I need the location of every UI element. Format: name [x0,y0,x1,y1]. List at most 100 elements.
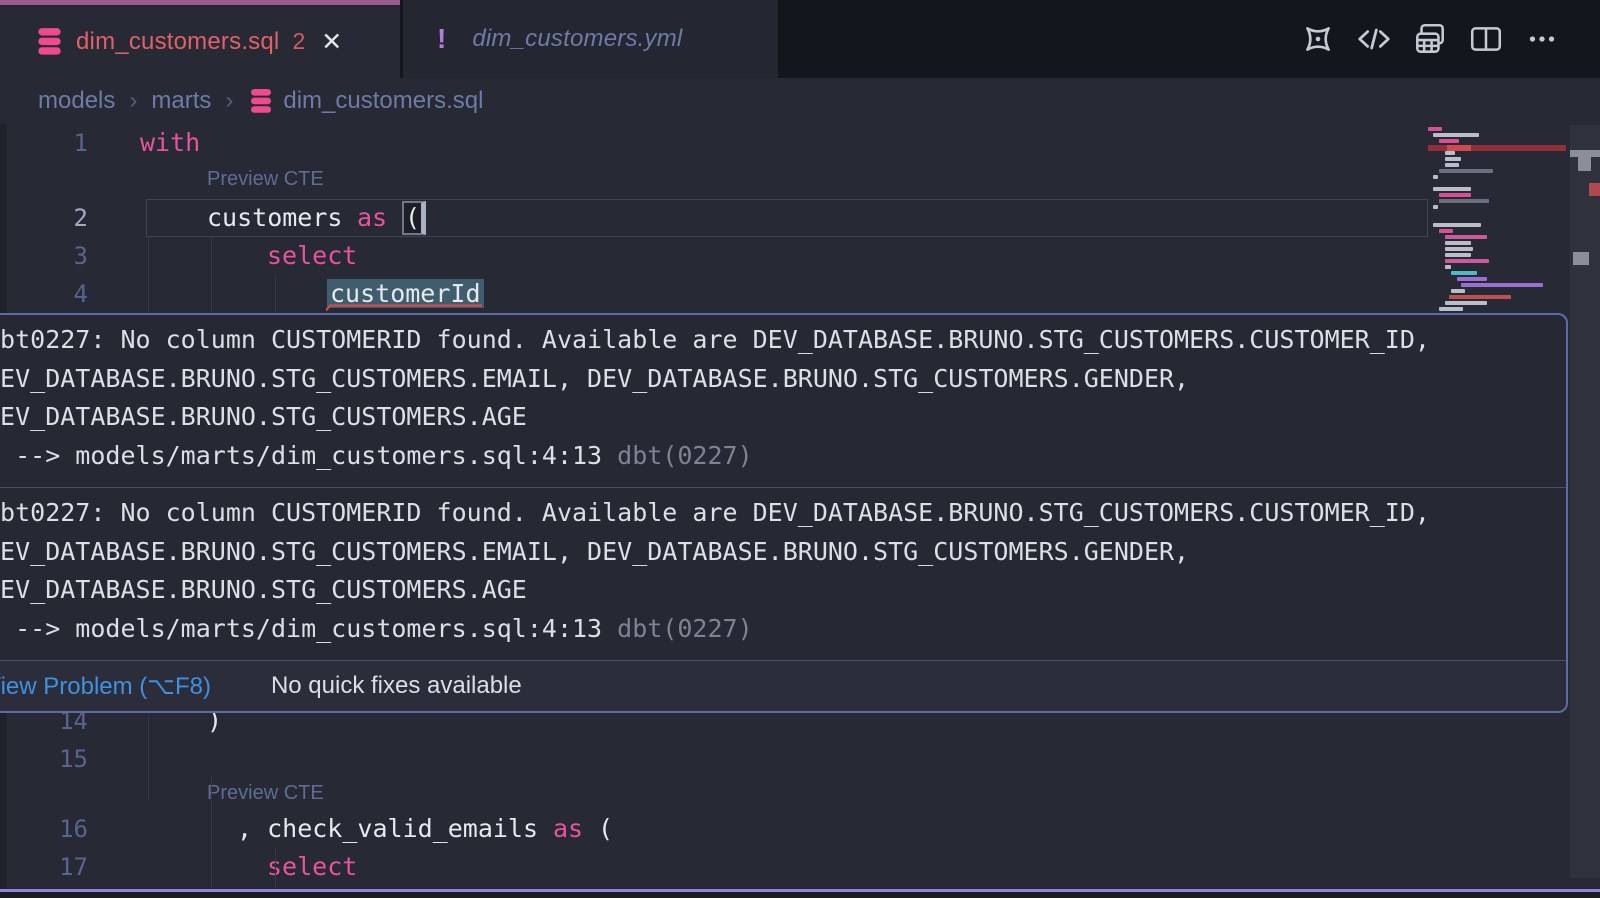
error-location: --> models/marts/dim_customers.sql:4:13 [0,441,617,470]
code-icon[interactable] [1356,21,1392,57]
minimap-code-line [1445,259,1489,263]
code-token: select [267,237,357,275]
minimap-code-line [1445,235,1487,239]
code-line-2: 2 customers as ( [0,199,1600,237]
error-location: --> models/marts/dim_customers.sql:4:13 [0,614,617,643]
code-token: customers [207,199,342,237]
minimap-code-line [1445,253,1471,257]
line-number: 4 [28,275,88,313]
error-word-highlight: customerId [327,279,484,308]
minimap-code-line [1445,247,1473,251]
text-cursor: ( [402,201,426,235]
line-number: 1 [28,124,88,162]
chevron-right-icon: › [129,87,137,115]
minimap-code-line [1461,283,1543,287]
minimap-code-line [1439,139,1459,143]
scrollbar[interactable] [1570,125,1600,878]
minimap-code-line [1433,187,1471,191]
minimap-code-line [1439,199,1489,203]
split-editor-icon[interactable] [1468,21,1504,57]
minimap-code-line [1445,265,1451,269]
editor-actions [1300,0,1560,78]
ruler-mark [1578,157,1591,171]
line-number: 2 [28,199,88,237]
breadcrumb: models › marts › dim_customers.sql [0,78,1600,124]
indent-guide [211,237,212,313]
more-actions-icon[interactable] [1524,21,1560,57]
error-code: dbt(0227) [617,441,752,470]
close-icon[interactable]: ✕ [321,27,342,57]
minimap-code-line [1439,169,1493,173]
code-line-17: 17 select [0,848,1600,886]
indent-guide [211,776,212,888]
code-token: , check_valid_emails [237,810,538,848]
code-line-15: 15 [0,740,1600,778]
minimap-code-line [1445,241,1471,245]
ruler-mark [1570,150,1600,157]
minimap-code-line [1445,151,1455,155]
minimap-code-line [1433,205,1438,209]
vscode-window: dim_customers.sql 2 ✕ ! dim_customers.ym… [0,0,1600,898]
code-token: select [267,848,357,886]
error-message-1: dbt0227: No column CUSTOMERID found. Ava… [0,315,1566,487]
breadcrumb-file[interactable]: dim_customers.sql [283,87,483,115]
error-hover-popup: dbt0227: No column CUSTOMERID found. Ava… [0,313,1568,713]
minimap-code-line [1445,301,1487,305]
warning-icon: ! [437,23,446,55]
tab-label: dim_customers.sql [76,28,279,56]
minimap-code-line [1439,193,1471,197]
breadcrumb-models[interactable]: models [38,87,115,115]
indent-guide [148,237,149,313]
minimap-code-line [1433,175,1438,179]
minimap-code-line [1451,289,1465,293]
minimap-code-line [1445,157,1461,161]
database-icon [36,27,63,56]
tab-problem-badge: 2 [292,28,305,55]
minimap-code-line [1433,133,1479,137]
code-line-3: 3 select [0,237,1600,275]
code-editor[interactable]: 1withPreview CTE2customersas(3select4cus… [0,124,1600,898]
dbt-preview-icon[interactable] [1300,21,1336,57]
tab-label: dim_customers.yml [472,25,682,53]
code-token: ( [598,810,613,848]
minimap-code-line [1457,277,1487,281]
chevron-right-icon: › [225,87,233,115]
panel-under [0,892,1600,898]
indent-guide [148,715,149,801]
minimap-code-line [1449,295,1511,299]
codelens-preview-cte[interactable]: Preview CTE [207,776,324,810]
minimap-code-line [1428,127,1442,131]
minimap-code-line [1445,163,1459,167]
popup-status-bar: View Problem (⌥F8) No quick fixes availa… [0,661,1566,711]
codelens-preview-cte[interactable]: Preview CTE [207,162,324,196]
error-code: dbt(0227) [617,614,752,643]
minimap-code-line [1433,223,1481,227]
ruler-mark [1573,252,1589,265]
query-results-icon[interactable] [1412,21,1448,57]
error-squiggle [326,304,484,313]
line-number: 16 [28,810,88,848]
minimap-code-line [1439,229,1453,233]
code-token: with [140,124,200,162]
code-line-16: 16 , check_valid_emails as ( [0,810,1600,848]
no-quick-fixes-text: No quick fixes available [271,672,522,700]
error-message-2: dbt0227: No column CUSTOMERID found. Ava… [0,488,1566,660]
indent-guide [275,275,276,313]
breadcrumb-marts[interactable]: marts [151,87,211,115]
database-icon [249,88,273,114]
minimap-code-line [1439,307,1463,311]
view-problem-link[interactable]: View Problem (⌥F8) [0,672,211,701]
ruler-error-mark [1589,183,1600,196]
line-number: 3 [28,237,88,275]
minimap-code-line [1451,271,1477,275]
code-token: ( [400,199,426,237]
code-line-4: 4 customerId [0,275,1600,313]
code-line-1: 1 with [0,124,1600,162]
tab-dim-customers-sql[interactable]: dim_customers.sql 2 ✕ [0,0,400,78]
tab-dim-customers-yml[interactable]: ! dim_customers.yml [403,0,778,78]
indent-guide [275,848,276,888]
line-number: 17 [28,848,88,886]
editor-tab-bar: dim_customers.sql 2 ✕ ! dim_customers.ym… [0,0,1600,78]
code-token: as [357,199,387,237]
code-token: as [553,810,583,848]
